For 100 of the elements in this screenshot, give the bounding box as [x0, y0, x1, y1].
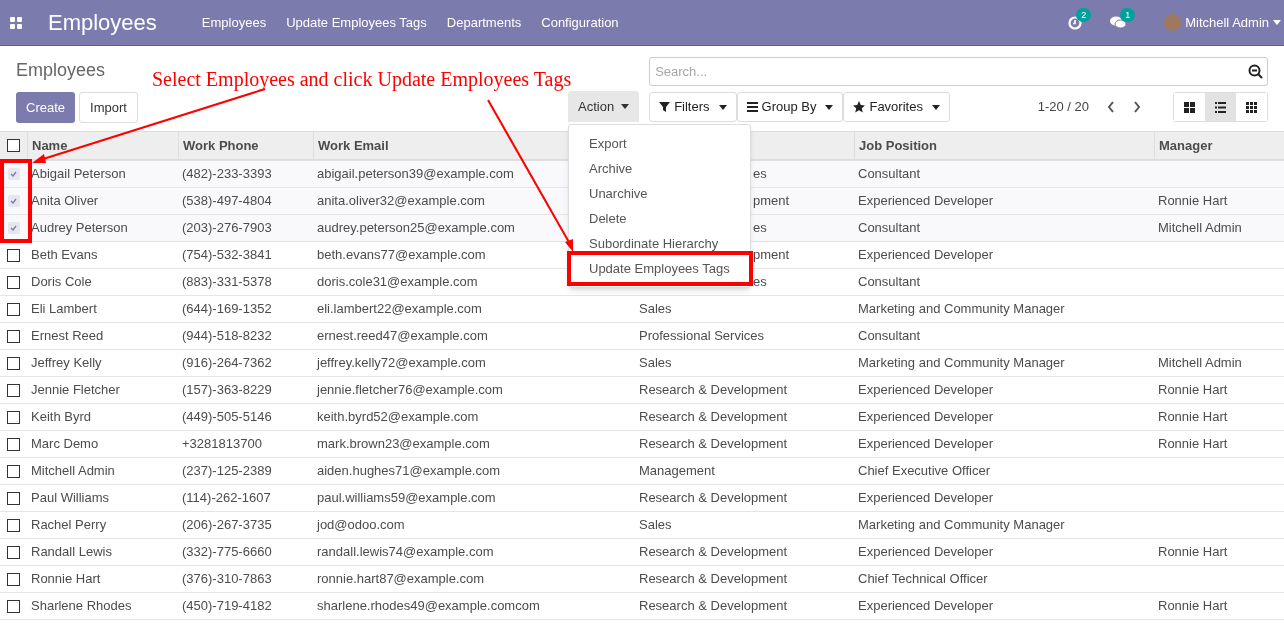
search-option-button[interactable]: Filters	[649, 92, 737, 122]
table-cell: ernest.reed47@example.com	[317, 328, 488, 344]
checkbox[interactable]	[7, 195, 20, 207]
clock-icon	[1068, 15, 1083, 30]
apps-icon	[10, 16, 22, 29]
checkbox[interactable]	[7, 248, 20, 262]
menu-item[interactable]: Archive	[569, 156, 750, 181]
check-icon	[10, 171, 17, 177]
table-cell: Jeffrey Kelly	[31, 355, 102, 371]
star-icon	[853, 101, 866, 113]
table-cell: Ronnie Hart	[1158, 598, 1228, 614]
pager-text: 1-20 / 20	[1037, 98, 1089, 117]
checkbox[interactable]	[7, 329, 20, 343]
view-button[interactable]	[1205, 93, 1236, 121]
column-header[interactable]: Work Email	[318, 135, 389, 156]
table-cell: Jennie Fletcher	[31, 382, 120, 398]
chevron-right-icon	[1133, 101, 1141, 113]
table-cell: abigail.peterson39@example.com	[317, 166, 514, 182]
checkbox[interactable]	[7, 383, 20, 397]
filter-icon	[659, 101, 671, 113]
table-cell: Experienced Developer	[858, 544, 994, 560]
table-cell: Marc Demo	[31, 436, 99, 452]
table-cell: Research & Development	[639, 544, 788, 560]
table-cell: sharlene.rhodes49@example.comcom	[317, 598, 540, 614]
action-dropdown[interactable]: Action	[568, 91, 640, 122]
table-cell: Ernest Reed	[31, 328, 104, 344]
breadcrumb: Employees	[16, 60, 106, 80]
checkbox[interactable]	[7, 464, 20, 478]
checkbox[interactable]	[7, 572, 20, 586]
table-cell: Ronnie Hart	[1158, 436, 1228, 452]
table-cell: Management	[639, 463, 715, 479]
column-header[interactable]: Job Position	[859, 135, 937, 156]
table-cell: keith.byrd52@example.com	[317, 409, 479, 425]
table-cell: jod@odoo.com	[317, 517, 405, 533]
checkbox[interactable]	[7, 491, 20, 505]
search-field[interactable]: Search...	[649, 57, 1268, 86]
menu-item[interactable]: Export	[569, 131, 750, 156]
menu-item[interactable]: Departments	[436, 12, 532, 33]
checkbox[interactable]	[7, 275, 20, 289]
table-cell: paul.williams59@example.com	[317, 490, 496, 506]
table-cell: (376)-310-7863	[182, 571, 272, 587]
table-cell: Anita Oliver	[31, 193, 99, 209]
menu-item[interactable]: Configuration	[531, 12, 629, 33]
menu-item[interactable]: Update Employees Tags	[276, 12, 437, 33]
checkbox[interactable]	[7, 356, 20, 370]
checkbox[interactable]	[7, 599, 20, 613]
menu-item[interactable]: Delete	[569, 206, 750, 231]
import-button[interactable]: Import	[79, 92, 138, 123]
table-cell: Research & Development	[639, 409, 788, 425]
search-option-button[interactable]: Group By	[736, 92, 844, 122]
table-cell: (644)-169-1352	[182, 301, 272, 317]
column-header[interactable]: Work Phone	[183, 135, 259, 156]
table-cell: Research & Development	[639, 382, 788, 398]
table-cell: ronnie.hart87@example.com	[317, 571, 485, 587]
table-cell: Sales	[639, 301, 672, 317]
caret-icon	[718, 104, 727, 110]
checkbox[interactable]	[7, 139, 20, 152]
user-menu[interactable]: Mitchell Admin	[1164, 12, 1281, 33]
avatar-icon	[1164, 14, 1182, 31]
table-cell: (883)-331-5378	[182, 274, 272, 290]
table-cell: (157)-363-8229	[182, 382, 272, 398]
checkbox[interactable]	[7, 168, 20, 180]
table-cell: Chief Technical Officer	[858, 571, 988, 587]
menu-item[interactable]: Unarchive	[569, 181, 750, 206]
checkbox[interactable]	[7, 410, 20, 424]
list-icon	[746, 101, 758, 113]
check-icon	[10, 225, 17, 231]
caret-icon	[825, 104, 834, 110]
activity-button[interactable]	[1068, 15, 1083, 30]
search-option-button[interactable]: Favorites	[843, 92, 950, 122]
table-cell: (754)-532-3841	[182, 247, 272, 263]
table-cell: Experienced Developer	[858, 409, 994, 425]
table-cell: Ronnie Hart	[1158, 409, 1228, 425]
checkbox[interactable]	[7, 518, 20, 532]
column-header[interactable]: Manager	[1159, 135, 1213, 156]
checkbox[interactable]	[7, 222, 20, 234]
table-cell: doris.cole31@example.com	[317, 274, 478, 290]
checkbox[interactable]	[7, 437, 20, 451]
checkbox[interactable]	[7, 302, 20, 316]
table-cell: jennie.fletcher76@example.com	[317, 382, 503, 398]
kanban-icon	[1184, 101, 1195, 113]
create-button[interactable]: Create	[16, 92, 76, 123]
table-cell: Research & Development	[639, 436, 788, 452]
table-cell: es	[753, 274, 767, 290]
menu-item[interactable]: Employees	[191, 12, 277, 33]
table-cell: Marketing and Community Manager	[858, 517, 1065, 533]
check-icon	[10, 198, 17, 204]
table-cell: Consultant	[858, 274, 921, 290]
table-cell: audrey.peterson25@example.com	[317, 220, 515, 236]
table-cell: Marketing and Community Manager	[858, 355, 1065, 371]
caret-icon	[621, 104, 630, 109]
table-cell: Research & Development	[639, 571, 788, 587]
table-cell: Experienced Developer	[858, 193, 994, 209]
menu-item[interactable]: Subordinate Hierarchy	[569, 231, 750, 256]
checkbox[interactable]	[7, 545, 20, 559]
table-cell: Randall Lewis	[31, 544, 112, 560]
menu-item[interactable]: Update Employees Tags	[569, 256, 750, 281]
column-header[interactable]: Name	[32, 135, 68, 156]
table-cell: es	[753, 166, 767, 182]
table-cell: Experienced Developer	[858, 436, 994, 452]
